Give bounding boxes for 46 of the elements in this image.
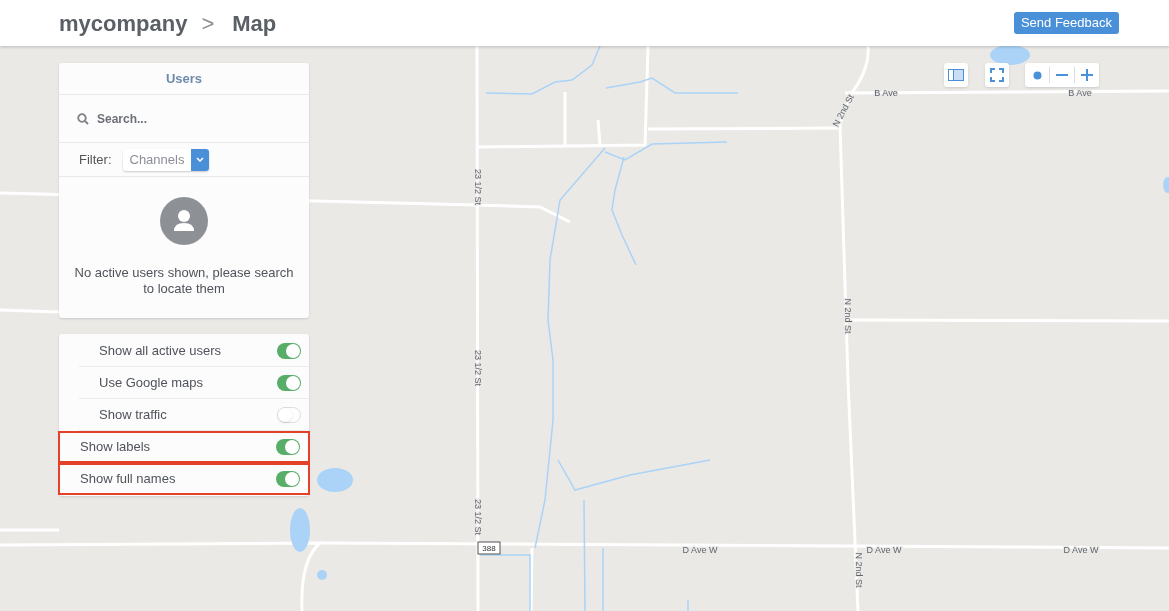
plus-icon: [1081, 69, 1093, 81]
toggle-switch[interactable]: [277, 342, 301, 359]
sidebar-toggle-button[interactable]: [944, 63, 968, 87]
toggle-switch[interactable]: [276, 439, 300, 455]
pond-shape: [317, 570, 327, 580]
search-field[interactable]: Search...: [97, 109, 291, 128]
street-label: 23 1/2 St: [473, 499, 483, 535]
breadcrumb-separator: >: [201, 9, 215, 38]
breadcrumb-link[interactable]: mycompany: [59, 6, 188, 40]
option-label: Use Google maps: [99, 373, 204, 392]
option-label: Show all active users: [99, 341, 222, 360]
street-label: N 2nd St: [854, 552, 864, 588]
pond-shape: [290, 508, 310, 552]
pond-shape: [990, 45, 1030, 65]
street-label: D Ave W: [866, 545, 902, 555]
street-label: B Ave: [874, 88, 898, 98]
street-label: N 2nd St: [830, 92, 856, 129]
panel-layout-icon: [948, 69, 964, 81]
street-label: 23 1/2 St: [473, 169, 483, 205]
fullscreen-icon: [990, 68, 1004, 82]
street-label: B Ave: [1068, 88, 1092, 98]
street-label: D Ave W: [1063, 545, 1099, 555]
filter-dropdown[interactable]: Channels: [122, 148, 210, 171]
send-feedback-button[interactable]: Send Feedback: [1013, 12, 1119, 34]
option-label: Show labels: [80, 438, 151, 457]
chevron-down-icon: [196, 157, 205, 162]
toggle-switch[interactable]: [277, 374, 301, 391]
empty-state-message: No active users shown, please search to locate them: [73, 265, 295, 297]
user-avatar-icon: [160, 197, 208, 245]
pond-shape: [317, 468, 353, 492]
option-label: Show traffic: [99, 405, 167, 424]
pond-shape: [1163, 177, 1169, 193]
street-label: 23 1/2 St: [473, 350, 483, 386]
option-label: Show full names: [80, 470, 176, 489]
minus-icon: [1056, 74, 1068, 76]
street-label: N 2nd St: [843, 298, 853, 334]
toggle-switch[interactable]: [276, 471, 300, 487]
route-shield: 388: [477, 541, 501, 555]
page-title: Map: [232, 9, 277, 38]
search-icon: [77, 112, 89, 125]
toggle-switch[interactable]: [277, 406, 301, 423]
panel-title: Users: [165, 69, 203, 88]
fullscreen-button[interactable]: [985, 63, 1009, 87]
street-label: D Ave W: [682, 545, 718, 555]
filter-label: Filter:: [79, 150, 112, 169]
dot-icon: [1032, 70, 1042, 80]
